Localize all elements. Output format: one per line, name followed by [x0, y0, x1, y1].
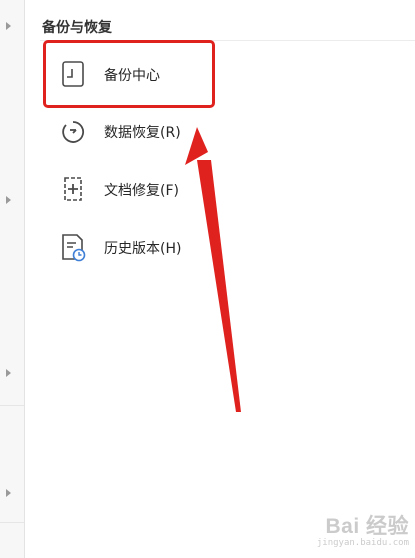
watermark-logo: Bai 经验	[325, 515, 409, 538]
watermark-url: jingyan.baidu.com	[316, 538, 409, 548]
watermark: Bai 经验 jingyan.baidu.com	[317, 510, 409, 548]
annotation-arrow-head	[185, 127, 208, 165]
annotation-arrow-shaft	[197, 160, 241, 412]
annotation-arrow	[185, 127, 241, 412]
